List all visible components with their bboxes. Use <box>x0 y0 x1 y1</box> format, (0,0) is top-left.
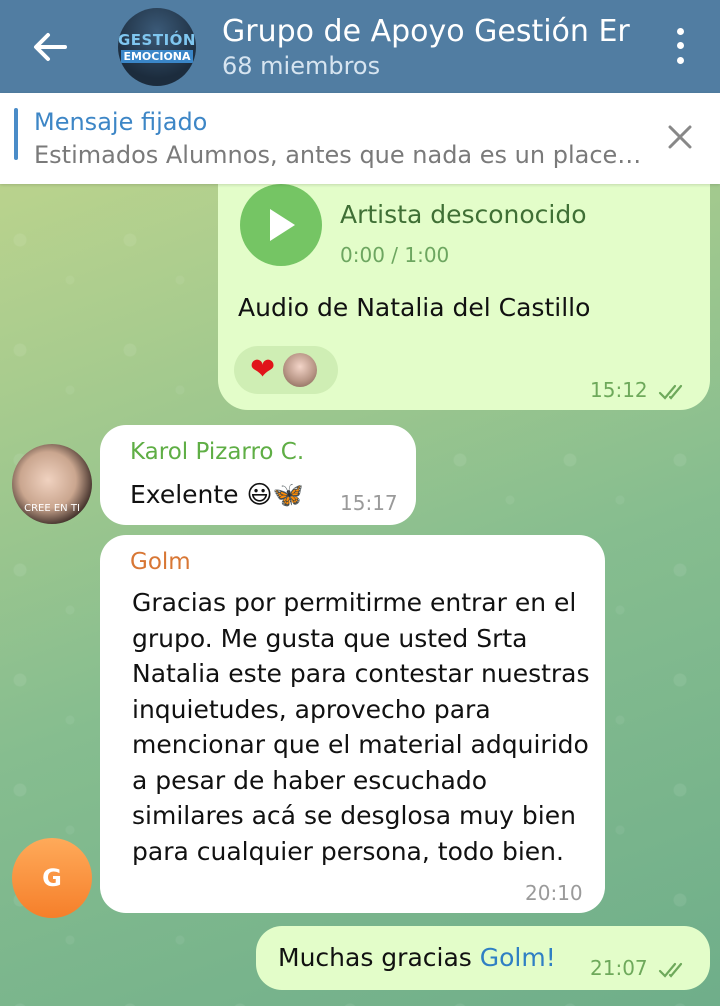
close-icon <box>668 125 692 149</box>
double-check-icon <box>658 962 683 978</box>
dot-icon <box>676 42 684 50</box>
reactions-pill[interactable]: ❤ <box>234 346 338 394</box>
close-pinned-button[interactable] <box>662 119 698 155</box>
avatar-initial: G <box>42 864 62 892</box>
back-button[interactable] <box>20 17 80 77</box>
chat-header: GESTIÓN EMOCIONA Grupo de Apoyo Gestión … <box>0 0 720 93</box>
group-avatar-text: GESTIÓN <box>118 30 196 49</box>
pinned-accent-bar <box>14 108 18 160</box>
audio-progress: 0:00 / 1:00 <box>340 243 450 267</box>
message-time-text: 21:07 <box>590 956 648 980</box>
dot-icon <box>676 27 684 35</box>
message-time: 15:17 <box>340 491 398 515</box>
message-time-text: 15:12 <box>590 378 648 402</box>
audio-artist: Artista desconocido <box>340 200 587 229</box>
pinned-message-bar[interactable]: Mensaje fijado Estimados Alumnos, antes … <box>0 93 720 184</box>
group-avatar-text-2: EMOCIONA <box>121 49 193 63</box>
message-text: Gracias por permitirme entrar en el grup… <box>132 588 590 866</box>
message-time: 20:10 <box>525 881 583 905</box>
sender-name[interactable]: Golm <box>130 549 191 575</box>
message-text: Exelente 😃🦋 <box>130 480 304 509</box>
more-options-button[interactable] <box>670 24 690 68</box>
group-avatar[interactable]: GESTIÓN EMOCIONA <box>118 7 196 86</box>
mention-link[interactable]: Golm! <box>480 943 556 972</box>
message-bubble-golm[interactable]: Golm Gracias por permitirme entrar en el… <box>100 535 605 913</box>
message-text-body: Muchas gracias <box>278 943 480 972</box>
audio-caption: Audio de Natalia del Castillo <box>238 293 591 322</box>
avatar[interactable]: CREE EN TI <box>12 444 92 524</box>
member-count: 68 miembros <box>222 51 381 80</box>
message-time: 21:07 <box>590 956 690 980</box>
pinned-text: Estimados Alumnos, antes que nada es un … <box>34 140 642 169</box>
group-info[interactable]: Grupo de Apoyo Gestión Er 68 miembros <box>222 13 632 81</box>
back-arrow-icon <box>34 32 67 61</box>
heart-reaction-icon: ❤ <box>250 352 276 387</box>
group-title: Grupo de Apoyo Gestión Er <box>222 13 630 49</box>
pinned-label: Mensaje fijado <box>34 107 208 136</box>
reactor-avatar <box>283 353 318 387</box>
double-check-icon <box>658 384 683 400</box>
play-button[interactable] <box>240 184 322 266</box>
message-text: Muchas gracias Golm! <box>278 940 556 976</box>
play-icon <box>270 209 295 241</box>
dot-icon <box>676 57 684 65</box>
avatar-caption: CREE EN TI <box>24 503 80 514</box>
sender-name[interactable]: Karol Pizarro C. <box>130 439 304 465</box>
message-bubble-karol[interactable]: Karol Pizarro C. Exelente 😃🦋 15:17 <box>100 425 416 525</box>
avatar[interactable]: G <box>12 838 92 918</box>
message-bubble-reply[interactable]: Muchas gracias Golm! 21:07 <box>256 926 710 990</box>
message-time: 15:12 <box>590 378 690 402</box>
